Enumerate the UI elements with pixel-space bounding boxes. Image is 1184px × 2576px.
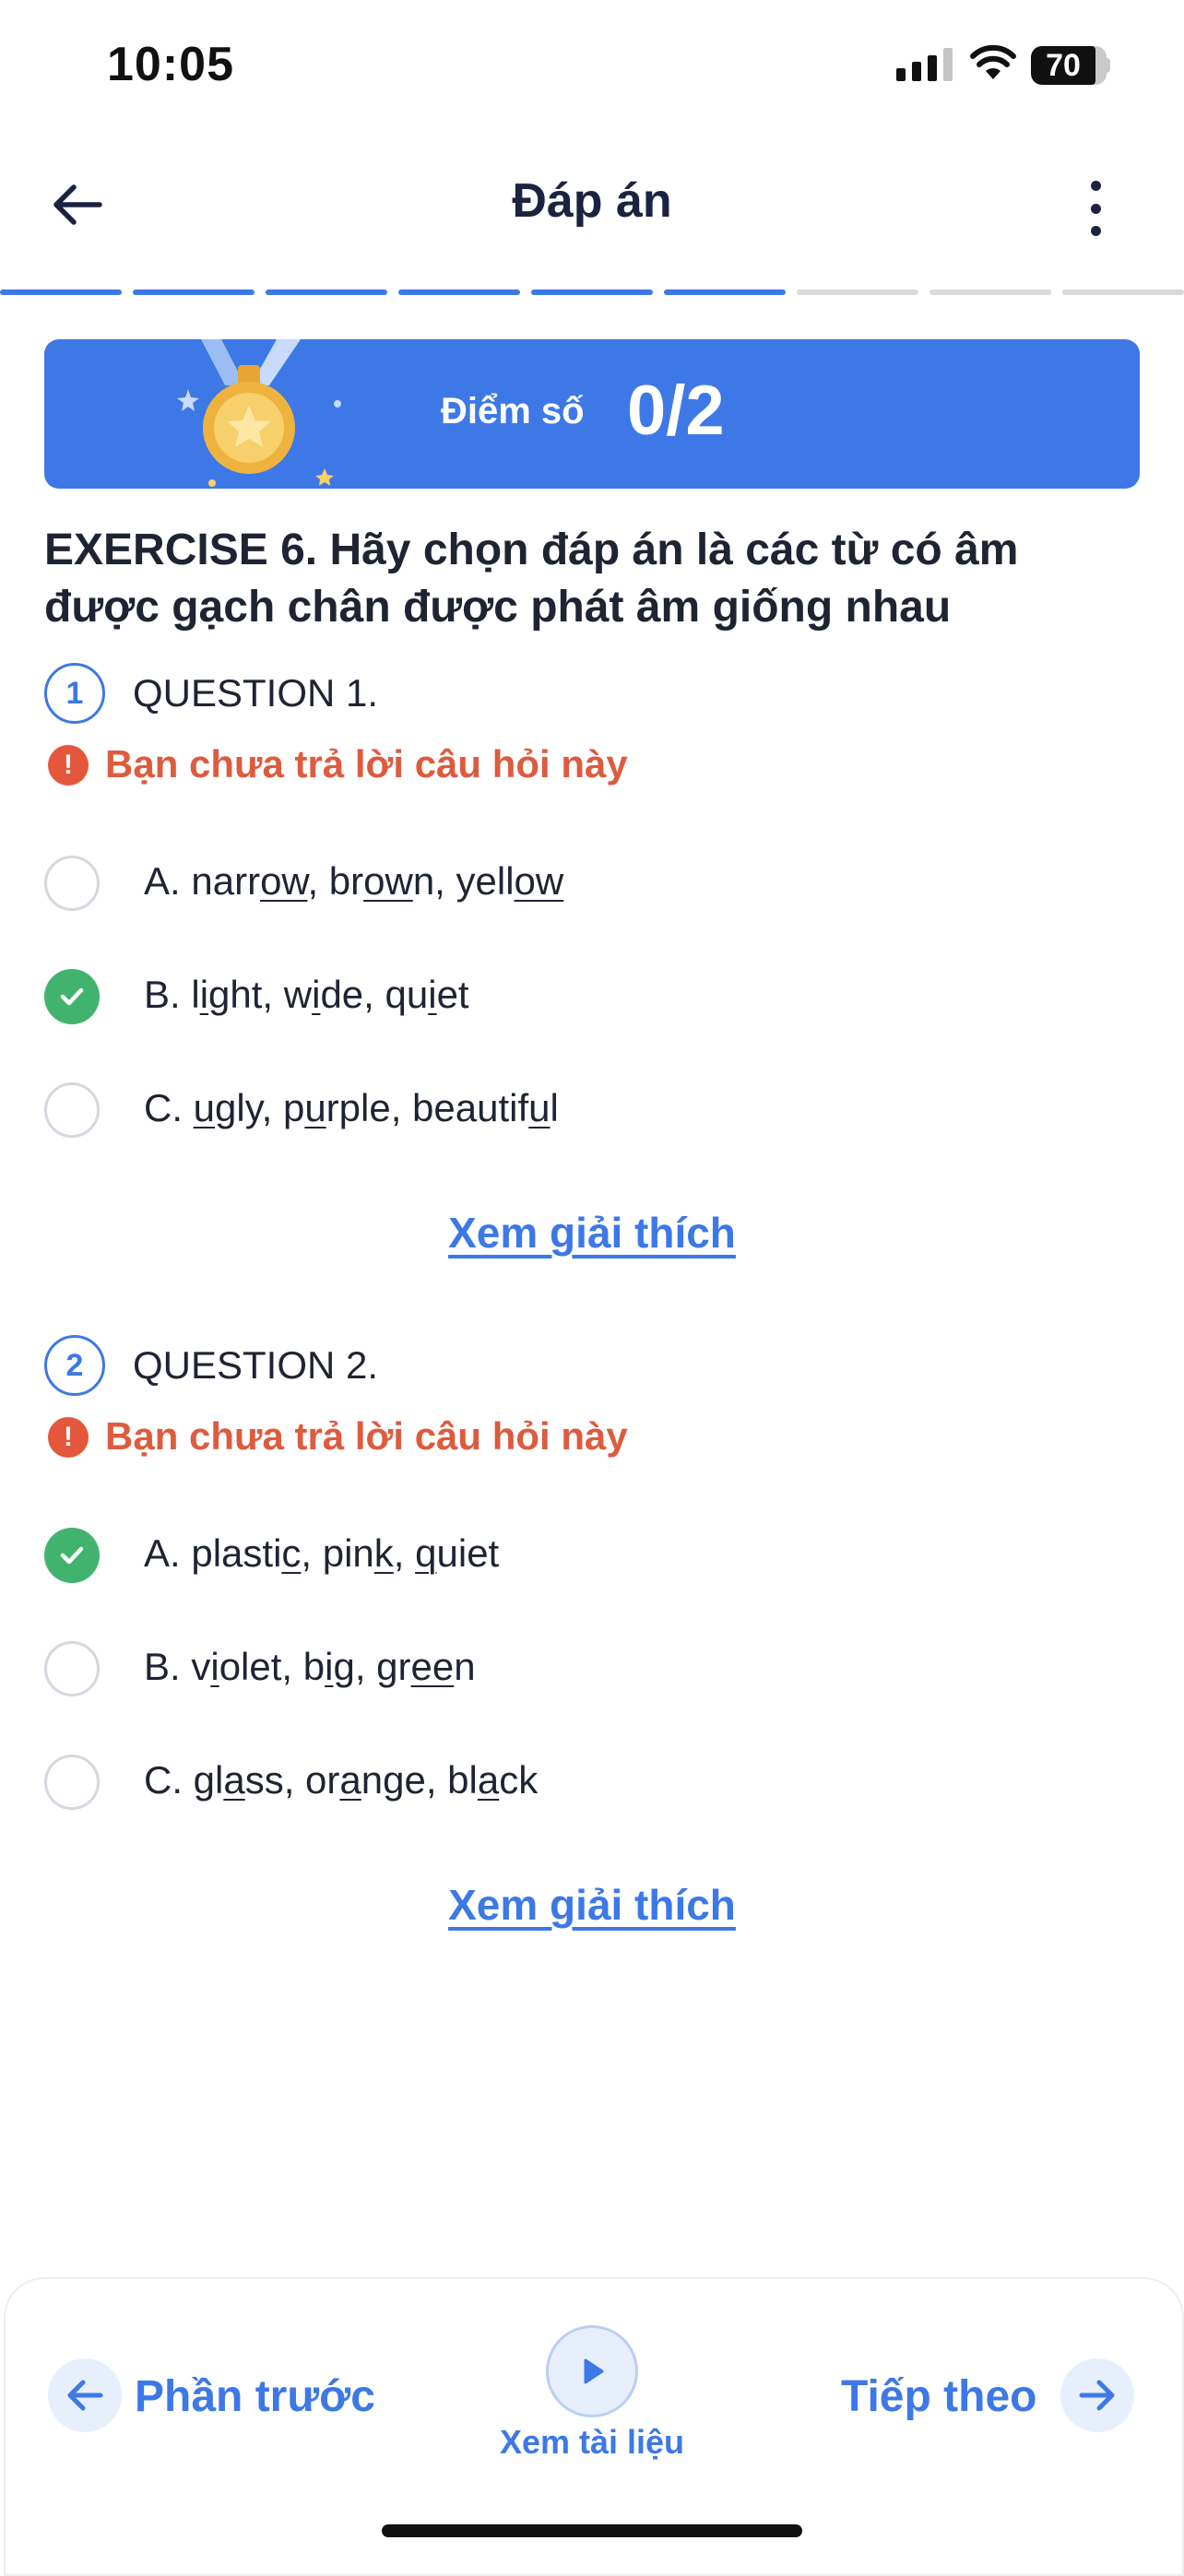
option-label-q2-c[interactable]: C. glass, orange, black <box>144 1758 538 1802</box>
warning-icon: ! <box>48 1417 89 1458</box>
progress-segment <box>0 290 122 295</box>
score-value: 0/2 <box>627 372 725 450</box>
option-radio-q2-c[interactable] <box>44 1755 100 1810</box>
battery-icon: 70 <box>1031 46 1095 85</box>
more-options-icon[interactable] <box>1079 181 1112 236</box>
unanswered-warning: Bạn chưa trả lời câu hỏi này <box>105 1414 628 1458</box>
score-banner: Điểm số 0/2 <box>44 339 1140 489</box>
progress-segment <box>398 290 520 295</box>
question-title: QUESTION 1. <box>133 671 379 715</box>
progress-segment <box>664 290 786 295</box>
unanswered-warning: Bạn chưa trả lời câu hỏi này <box>105 742 628 786</box>
play-icon[interactable] <box>546 2325 638 2417</box>
correct-check-icon[interactable] <box>44 1528 100 1583</box>
option-radio-q2-b[interactable] <box>44 1641 100 1696</box>
option-radio-q1-a[interactable] <box>44 856 100 911</box>
progress-segment <box>531 290 653 295</box>
correct-check-icon[interactable] <box>44 969 100 1024</box>
previous-section-button[interactable]: Phần trước <box>135 2371 375 2422</box>
wifi-icon <box>970 44 1016 79</box>
question-title: QUESTION 2. <box>133 1343 379 1387</box>
view-explanation-link[interactable]: Xem giải thích <box>0 1208 1184 1258</box>
progress-segment <box>133 290 255 295</box>
progress-segment <box>1062 290 1184 295</box>
prev-arrow-icon[interactable] <box>48 2358 122 2432</box>
progress-segments <box>0 290 1184 295</box>
status-time: 10:05 <box>107 38 234 91</box>
option-radio-q1-c[interactable] <box>44 1082 100 1138</box>
cellular-signal-icon <box>896 48 953 81</box>
option-label-q2-a[interactable]: A. plastic, pink, quiet <box>144 1531 499 1576</box>
question-number-badge: 1 <box>44 663 105 724</box>
score-label: Điểm số <box>441 391 585 431</box>
next-section-button[interactable]: Tiếp theo <box>841 2371 1036 2422</box>
progress-segment <box>266 290 387 295</box>
option-label-q1-b[interactable]: B. light, wide, quiet <box>144 973 469 1017</box>
page-title: Đáp án <box>512 174 672 228</box>
progress-segment <box>929 290 1051 295</box>
option-label-q1-a[interactable]: A. narrow, brown, yellow <box>144 859 563 904</box>
progress-segment <box>797 290 918 295</box>
option-label-q2-b[interactable]: B. violet, big, green <box>144 1645 476 1689</box>
exercise-title: EXERCISE 6. Hãy chọn đáp án là các từ có… <box>44 526 1019 632</box>
view-documents-button[interactable]: Xem tài liệu <box>0 2423 1184 2462</box>
battery-tip <box>1105 58 1110 73</box>
next-arrow-icon[interactable] <box>1060 2358 1134 2432</box>
home-indicator <box>382 2524 802 2537</box>
medal-icon <box>177 339 341 487</box>
question-number-badge: 2 <box>44 1335 105 1396</box>
option-label-q1-c[interactable]: C. ugly, purple, beautiful <box>144 1086 559 1130</box>
view-explanation-link[interactable]: Xem giải thích <box>0 1880 1184 1930</box>
warning-icon: ! <box>48 745 89 786</box>
